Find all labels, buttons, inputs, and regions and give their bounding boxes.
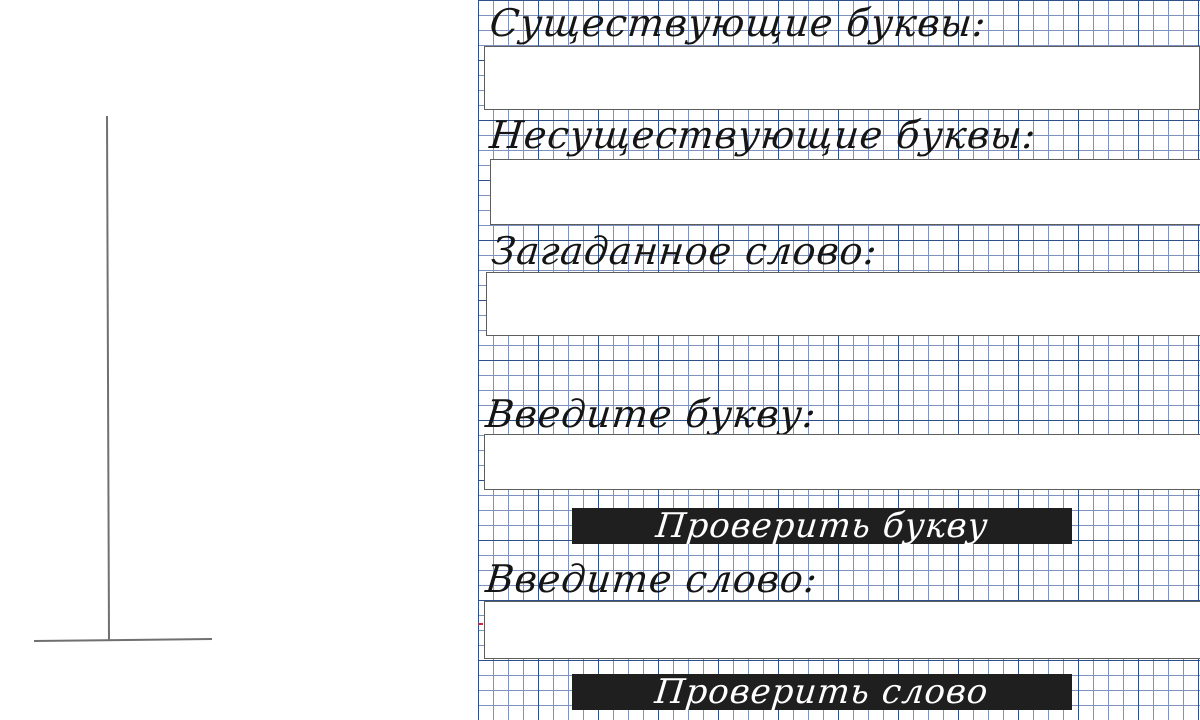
existing-letters-label: Существующие буквы: [487, 1, 989, 45]
gallows-base [33, 638, 213, 642]
secret-word-label: Загаданное слово: [489, 229, 880, 273]
word-input[interactable] [485, 602, 1200, 658]
gallows-canvas [0, 0, 478, 720]
letter-input-box[interactable] [484, 434, 1200, 490]
word-entry-label: Введите слово: [483, 557, 821, 601]
check-word-button-label: Проверить слово [653, 674, 991, 710]
secret-word-display [486, 272, 1200, 336]
gallows-pole [106, 115, 110, 641]
margin-mark [478, 623, 483, 625]
nonexistent-letters-label: Несуществующие буквы: [487, 113, 1039, 157]
hangman-app: Существующие буквы: Несуществующие буквы… [0, 0, 1200, 720]
grid-paper-panel: Существующие буквы: Несуществующие буквы… [478, 0, 1200, 720]
letter-entry-label: Введите букву: [483, 392, 819, 436]
gallows-drawing [33, 115, 213, 642]
check-letter-button[interactable]: Проверить букву [572, 508, 1072, 544]
word-input-box[interactable] [484, 601, 1200, 659]
nonexistent-letters-display [490, 159, 1200, 225]
check-word-button[interactable]: Проверить слово [572, 674, 1072, 710]
letter-input[interactable] [485, 435, 1200, 489]
check-letter-button-label: Проверить букву [653, 508, 991, 544]
existing-letters-display [484, 46, 1200, 110]
